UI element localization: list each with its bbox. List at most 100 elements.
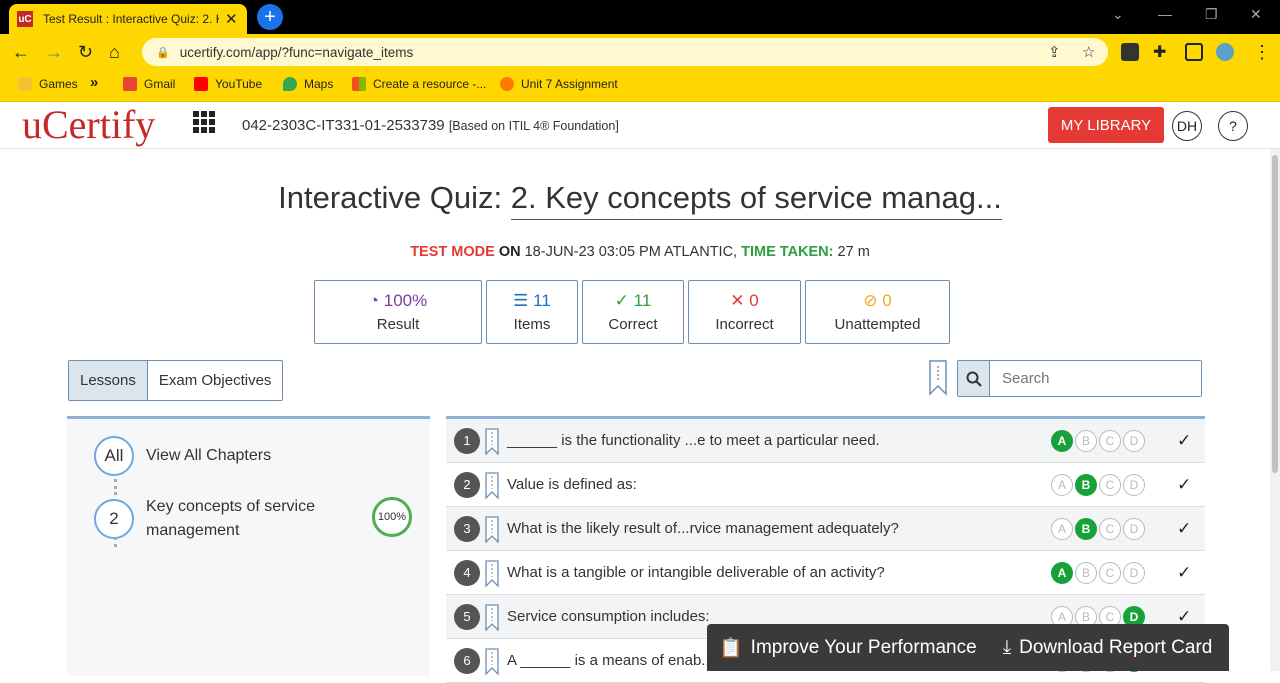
x-icon: ✕ [730,291,745,310]
question-text[interactable]: What is a tangible or intangible deliver… [507,564,885,581]
microsoft-icon [352,77,366,91]
home-icon[interactable]: ⌂ [109,42,120,63]
folder-icon [18,77,32,91]
correct-check-icon: ✓ [1177,430,1192,450]
check-icon: ✓ [614,291,629,310]
chrome-menu-icon[interactable]: ⋮ [1253,42,1271,63]
search-icon[interactable] [958,361,990,396]
chapter-label: View All Chapters [146,447,272,464]
bookmark-gmail[interactable]: Gmail [123,77,175,91]
option-a: A [1051,561,1073,584]
ucertify-logo[interactable]: uCertify [22,103,155,147]
option-b: B [1075,517,1097,540]
question-number: 4 [454,559,480,586]
improve-performance-button[interactable]: 📋 Improve Your Performance [719,636,977,660]
bookmarks-bar: Games » Gmail YouTube Maps Create a reso… [0,70,1280,102]
url-bar[interactable]: 🔒 ucertify.com/app/?func=navigate_items … [142,38,1108,66]
course-title: 042-2303C-IT331-01-2533739 [Based on ITI… [242,117,619,134]
chart-icon: ◔ [368,291,380,310]
restore-icon[interactable]: ❐ [1205,6,1218,23]
stat-incorrect[interactable]: ✕ 0 Incorrect [688,280,801,344]
sidepanel-icon[interactable] [1185,43,1203,61]
tab-lessons[interactable]: Lessons [69,361,148,400]
bookmark-youtube[interactable]: YouTube [194,77,262,91]
bookmark-icon[interactable] [485,428,499,455]
stat-unattempted[interactable]: ⊘ 0 Unattempted [805,280,950,344]
extensions-puzzle-icon[interactable]: ✚ [1153,42,1166,62]
bookmark-icon[interactable] [485,516,499,543]
question-row[interactable]: 2 Value is defined as: A B C D ✓ [446,463,1205,507]
option-d: D [1123,561,1145,584]
bookmark-star-icon[interactable]: ☆ [1082,43,1095,61]
ucertify-favicon: uC [17,11,33,27]
stat-items[interactable]: ☰ 11 Items [486,280,578,344]
correct-check-icon: ✓ [1177,518,1192,538]
chapter-label: Key concepts of service management [146,498,315,539]
stat-correct[interactable]: ✓ 11 Correct [582,280,684,344]
answer-options: ABCD [1051,473,1145,496]
my-library-button[interactable]: MY LIBRARY [1048,107,1164,143]
option-a: A [1051,517,1073,540]
option-a: A [1051,473,1073,496]
help-icon[interactable]: ? [1218,111,1248,141]
url-text: ucertify.com/app/?func=navigate_items [179,44,414,60]
page-scrollbar[interactable] [1270,149,1280,671]
browser-tab[interactable]: uC Test Result : Interactive Quiz: 2. K … [9,4,247,34]
answer-options: ABCD [1051,517,1145,540]
search-input[interactable] [990,361,1201,396]
option-a: A [1051,429,1073,452]
question-row[interactable]: 3 What is the likely result of...rvice ma… [446,507,1205,551]
new-tab-button[interactable]: + [257,4,283,30]
browser-tab-strip: uC Test Result : Interactive Quiz: 2. K … [0,0,1280,34]
bookmark-icon[interactable] [485,560,499,587]
back-icon[interactable]: ← [12,42,30,63]
chapter-2[interactable]: 2 Key concepts of service management [94,495,336,543]
chapter-all[interactable]: All View All Chapters [94,436,271,476]
forward-icon[interactable]: → [45,42,63,63]
question-row[interactable]: 1 ______ is the functionality ...e to mee… [446,419,1205,463]
apps-grid-icon[interactable] [193,111,215,133]
bookmark-filter-icon[interactable] [928,360,948,396]
question-text[interactable]: What is the likely result of...rvice man… [507,520,899,537]
profile-avatar[interactable] [1216,43,1234,61]
extension-crown-icon[interactable] [1121,43,1139,61]
youtube-icon [194,77,208,91]
tab-close-icon[interactable]: ✕ [225,10,238,28]
bookmark-icon[interactable] [485,604,499,631]
bookmark-games[interactable]: Games [18,77,78,91]
bookmark-unit7[interactable]: Unit 7 Assignment [500,77,618,91]
reload-icon[interactable]: ↻ [78,42,93,63]
correct-check-icon: ✓ [1177,562,1192,582]
window-close-icon[interactable]: ✕ [1250,6,1262,23]
page-title: Interactive Quiz: 2. Key concepts of ser… [0,180,1280,220]
bookmark-create-resource[interactable]: Create a resource -... [352,77,486,91]
bookmark-maps[interactable]: Maps [283,77,333,91]
question-number: 2 [454,471,480,498]
question-text[interactable]: ______ is the functionality ...e to meet… [507,432,880,449]
tab-exam-objectives[interactable]: Exam Objectives [148,361,283,400]
answer-options: ABCD [1051,429,1145,452]
chapter-progress-ring: 100% [372,497,412,537]
tab-title: Test Result : Interactive Quiz: 2. K [43,12,219,26]
option-b: B [1075,473,1097,496]
gmail-icon [123,77,137,91]
question-text[interactable]: Service consumption includes: [507,608,710,625]
tab-search-icon[interactable]: ⌄ [1112,6,1124,23]
stat-result[interactable]: ◔ 100% Result [314,280,482,344]
address-toolbar: ← → ↻ ⌂ 🔒 ucertify.com/app/?func=navigat… [0,34,1280,70]
site-header: uCertify 042-2303C-IT331-01-2533739 [Bas… [0,103,1280,149]
question-row[interactable]: 4 What is a tangible or intangible delive… [446,551,1205,595]
minimize-icon[interactable]: — [1158,6,1172,22]
view-tabs: Lessons Exam Objectives [68,360,284,401]
quiz-name[interactable]: 2. Key concepts of service manag... [510,180,1002,220]
download-report-button[interactable]: ⤓ Download Report Card [1003,637,1213,659]
chapters-panel: All View All Chapters 2 Key concepts of … [67,416,430,676]
question-text[interactable]: Value is defined as: [507,476,637,493]
answer-options: ABCD [1051,561,1145,584]
bookmark-icon[interactable] [485,472,499,499]
option-d: D [1123,429,1145,452]
user-avatar[interactable]: DH [1172,111,1202,141]
bookmarks-more-icon[interactable]: » [90,74,98,91]
share-icon[interactable]: ⇪ [1048,43,1061,61]
site-icon [500,77,514,91]
